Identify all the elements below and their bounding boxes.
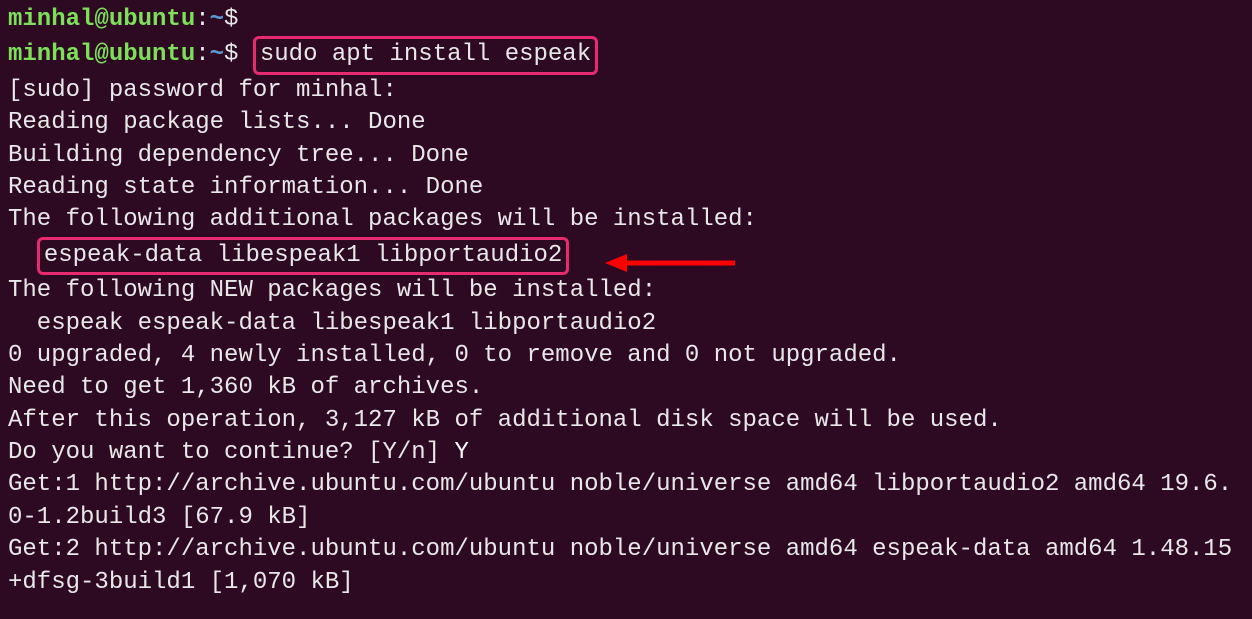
prompt-dollar: $ [224, 41, 238, 68]
prompt-user: minhal@ubuntu [8, 41, 195, 68]
prompt-confirm-line: Do you want to continue? [Y/n] Y [8, 437, 1244, 469]
output-line: espeak-data libespeak1 libportaudio2 [8, 237, 1244, 275]
prompt-colon: : [195, 41, 209, 68]
output-line: The following NEW packages will be insta… [8, 275, 1244, 307]
command-highlight-box: sudo apt install espeak [253, 36, 598, 74]
output-line: [sudo] password for minhal: [8, 75, 1244, 107]
output-line: espeak espeak-data libespeak1 libportaud… [8, 308, 1244, 340]
output-line: 0 upgraded, 4 newly installed, 0 to remo… [8, 340, 1244, 372]
additional-packages-highlight-box: espeak-data libespeak1 libportaudio2 [37, 237, 569, 275]
prompt-path: ~ [210, 6, 224, 33]
output-line: Get:1 http://archive.ubuntu.com/ubuntu n… [8, 469, 1244, 534]
output-line: After this operation, 3,127 kB of additi… [8, 405, 1244, 437]
output-line: Get:2 http://archive.ubuntu.com/ubuntu n… [8, 534, 1244, 599]
prompt-path: ~ [210, 41, 224, 68]
prompt-line-2[interactable]: minhal@ubuntu:~$ sudo apt install espeak [8, 36, 1244, 74]
prompt-user: minhal@ubuntu [8, 6, 195, 33]
output-line: The following additional packages will b… [8, 204, 1244, 236]
user-input-yes: Y [454, 439, 468, 466]
output-line: Building dependency tree... Done [8, 140, 1244, 172]
output-line: Reading package lists... Done [8, 107, 1244, 139]
confirm-prompt-text: Do you want to continue? [Y/n] [8, 439, 454, 466]
prompt-colon: : [195, 6, 209, 33]
prompt-line-1[interactable]: minhal@ubuntu:~$ [8, 4, 1244, 36]
output-line: Need to get 1,360 kB of archives. [8, 372, 1244, 404]
prompt-dollar: $ [224, 6, 238, 33]
output-line: Reading state information... Done [8, 172, 1244, 204]
